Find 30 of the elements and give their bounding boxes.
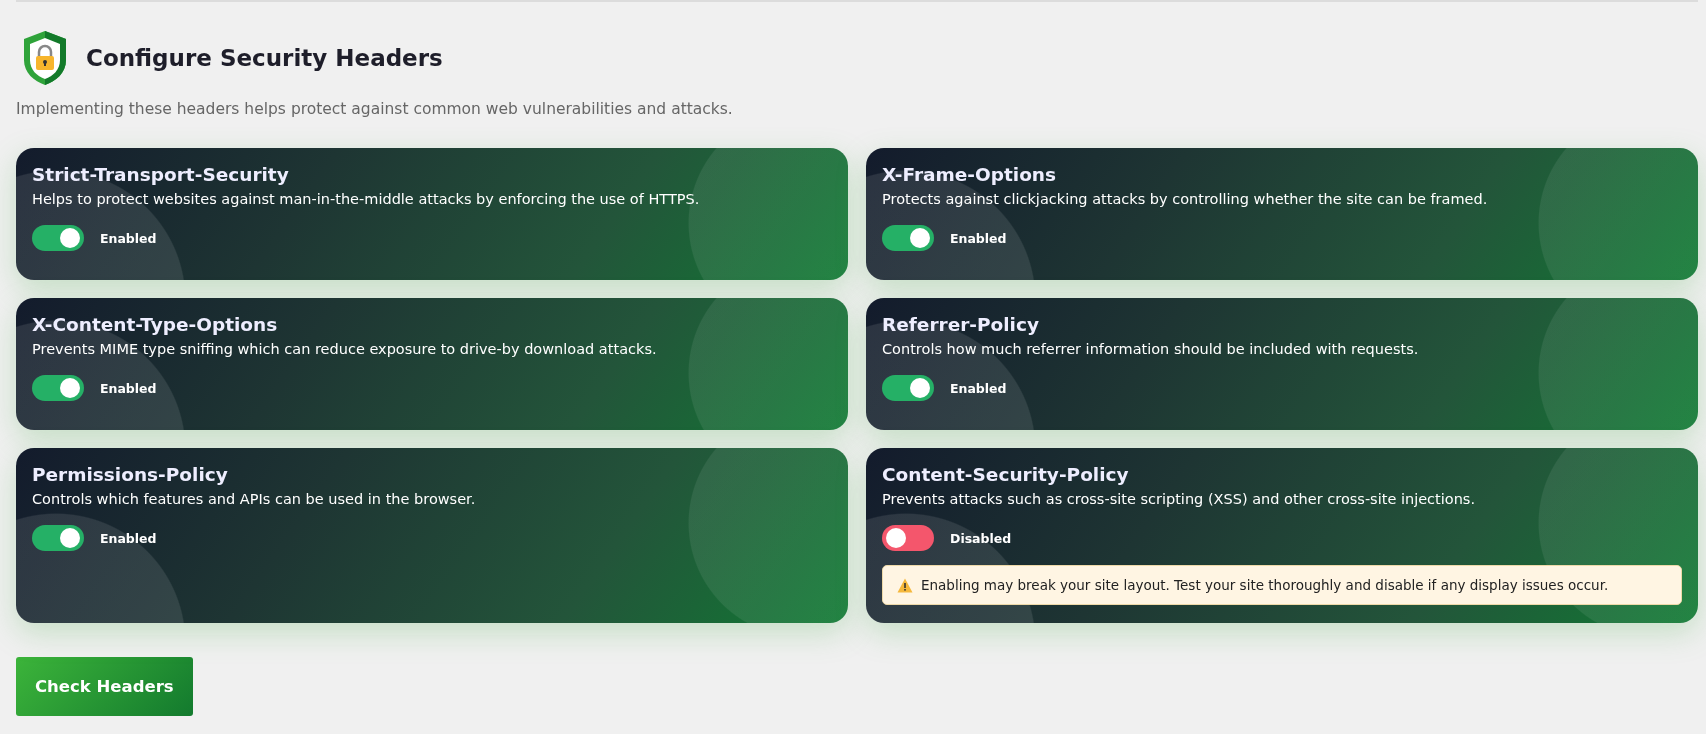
header-name: Content-Security-Policy: [882, 464, 1130, 485]
toggle-status: Enabled: [100, 380, 157, 396]
toggle-status: Disabled: [950, 530, 1012, 546]
header-name: Permissions-Policy: [32, 464, 229, 485]
header-name: X-Frame-Options: [882, 164, 1058, 185]
page-subtitle: Implementing these headers helps protect against common web vulnerabilities and attacks.: [16, 100, 734, 118]
header-description: Controls which features and APIs can be used in the browser.: [32, 491, 477, 507]
header-name: Strict-Transport-Security: [32, 164, 290, 185]
toggle-switch[interactable]: [882, 375, 934, 401]
header-description: Prevents MIME type sniffing which can reduce exposure to drive-by download attacks.: [32, 341, 658, 357]
header-description: Prevents attacks such as cross-site scripting (XSS) and other cross-site injections.: [882, 491, 1476, 507]
toggle-switch[interactable]: [882, 225, 934, 251]
header-name: Referrer-Policy: [882, 314, 1040, 335]
warning-text: Enabling may break your site layout. Test your site thoroughly and disable if any display issues occur.: [921, 577, 1609, 593]
header-name: X-Content-Type-Options: [32, 314, 279, 335]
toggle-status: Enabled: [100, 230, 157, 246]
toggle-status: Enabled: [950, 230, 1007, 246]
header-description: Helps to protect websites against man-in-the-middle attacks by enforcing the use of HTTPS.: [32, 191, 701, 207]
toggle-status: Enabled: [100, 530, 157, 546]
header-description: Protects against clickjacking attacks by controlling whether the site can be framed.: [882, 191, 1489, 207]
toggle-switch[interactable]: [882, 525, 934, 551]
toggle-status: Enabled: [950, 380, 1007, 396]
toggle-switch[interactable]: [32, 375, 84, 401]
toggle-switch[interactable]: [32, 525, 84, 551]
toggle-switch[interactable]: [32, 225, 84, 251]
shield-lock-icon: [22, 30, 68, 86]
check-headers-button[interactable]: Check Headers: [16, 657, 193, 716]
warning-icon: [897, 577, 913, 593]
page-title: Configure Security Headers: [86, 45, 443, 71]
header-description: Controls how much referrer information should be included with requests.: [882, 341, 1420, 357]
